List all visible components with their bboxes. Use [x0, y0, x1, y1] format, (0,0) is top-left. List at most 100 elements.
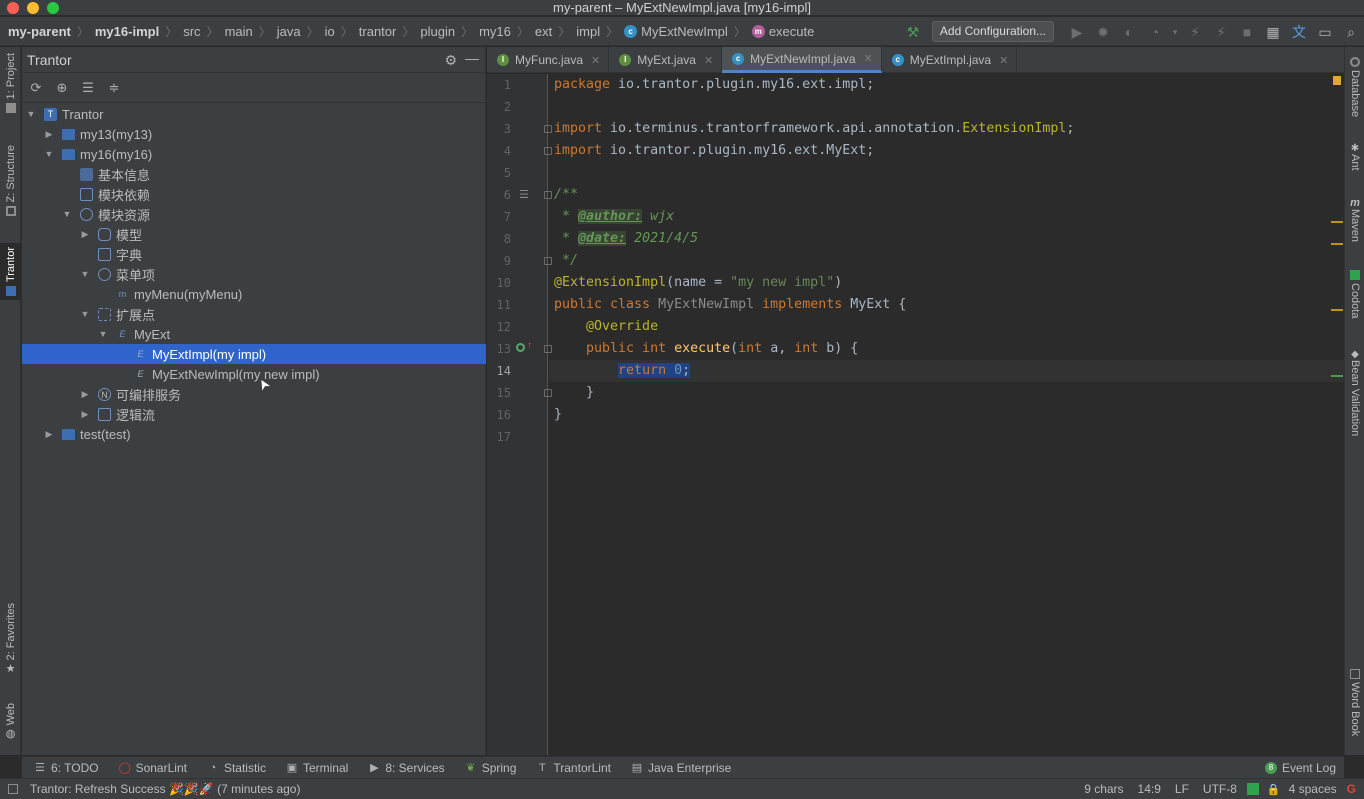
tree-node[interactable]: E MyExtNewImpl(my new impl)	[22, 364, 486, 384]
tree-node[interactable]: ▶ 逻辑流	[22, 404, 486, 424]
fold-marker-icon[interactable]	[544, 125, 552, 133]
database-tool-tab[interactable]: Database	[1345, 57, 1364, 117]
build-hammer-icon[interactable]: ⚒	[905, 24, 921, 40]
breadcrumb-java[interactable]: java	[277, 24, 301, 39]
warning-marker[interactable]	[1331, 221, 1343, 223]
expand-arrow-icon[interactable]: ▼	[98, 329, 108, 339]
translate-icon[interactable]: 文	[1291, 24, 1307, 40]
breadcrumb-module[interactable]: my16-impl	[95, 24, 159, 39]
attach-debugger-icon[interactable]: ⚡	[1187, 24, 1203, 40]
bean-validation-tool-tab[interactable]: ◆ Bean Validation	[1345, 349, 1364, 436]
ant-tool-tab[interactable]: ✱ Ant	[1345, 143, 1364, 171]
todo-tool-button[interactable]: ☰ 6: TODO	[34, 761, 99, 775]
doc-render-icon[interactable]: ☰	[519, 188, 529, 201]
collapse-arrow-icon[interactable]: ▶	[44, 429, 54, 440]
java-enterprise-tool-button[interactable]: ▤ Java Enterprise	[631, 761, 732, 775]
breadcrumb-class[interactable]: c MyExtNewImpl	[624, 24, 728, 39]
hide-panel-icon[interactable]: —	[465, 50, 479, 66]
caret-position[interactable]: 14:9	[1138, 782, 1161, 796]
search-icon[interactable]: ⌕	[1343, 24, 1359, 40]
maximize-window-button[interactable]	[47, 2, 59, 14]
minimize-window-button[interactable]	[27, 2, 39, 14]
tree-node[interactable]: 模块依赖	[22, 184, 486, 204]
project-structure-icon[interactable]: ▦	[1265, 24, 1281, 40]
coverage-icon[interactable]: ◐	[1121, 24, 1137, 40]
breadcrumb-main[interactable]: main	[225, 24, 253, 39]
collapse-arrow-icon[interactable]: ▶	[80, 229, 90, 240]
tree-node[interactable]: ▶ my13(my13)	[22, 124, 486, 144]
close-window-button[interactable]	[7, 2, 19, 14]
go-to-super-icon[interactable]: ↑	[527, 340, 532, 351]
change-marker[interactable]	[1331, 375, 1343, 377]
refresh-icon[interactable]: ⟳	[28, 80, 44, 96]
tab-myfunc[interactable]: I MyFunc.java ✕	[487, 47, 610, 73]
maven-tool-tab[interactable]: m Maven	[1345, 197, 1364, 242]
favorites-tool-tab[interactable]: 2: Favorites ★	[0, 603, 21, 675]
gear-icon[interactable]: ⚙	[444, 52, 457, 69]
codota-tool-tab[interactable]: Codota	[1345, 270, 1364, 318]
warning-marker[interactable]	[1331, 243, 1343, 245]
event-log-tool-button[interactable]: 8 Event Log	[1264, 761, 1336, 775]
collapse-all-icon[interactable]: ≑	[106, 80, 122, 96]
tab-myext[interactable]: I MyExt.java ✕	[609, 47, 723, 73]
locate-icon[interactable]: ⊕	[54, 80, 70, 96]
tree-node[interactable]: 基本信息	[22, 164, 486, 184]
tree-node[interactable]: ▼ my16(my16)	[22, 144, 486, 164]
expand-arrow-icon[interactable]: ▼	[44, 149, 54, 159]
spring-tool-button[interactable]: ❦ Spring	[465, 761, 516, 775]
file-encoding[interactable]: UTF-8	[1203, 782, 1237, 796]
close-icon[interactable]: ✕	[999, 54, 1008, 67]
tree-node[interactable]: ▼ 模块资源	[22, 204, 486, 224]
chevron-down-icon[interactable]: ▾	[1171, 24, 1179, 40]
breadcrumb-trantor[interactable]: trantor	[359, 24, 397, 39]
run-icon[interactable]: ▶	[1069, 24, 1085, 40]
tree-node[interactable]: ▼ 菜单项	[22, 264, 486, 284]
tree-node[interactable]: 字典	[22, 244, 486, 264]
trantorlint-tool-button[interactable]: T TrantorLint	[536, 761, 611, 775]
word-book-tool-tab[interactable]: Word Book	[1345, 669, 1364, 736]
status-message[interactable]: Trantor: Refresh Success 🎉🎉🚀 (7 minutes …	[30, 782, 300, 796]
codota-status-icon[interactable]	[1246, 783, 1259, 795]
sonarlint-tool-button[interactable]: ◯ SonarLint	[119, 761, 187, 775]
tree-node[interactable]: ▶ test(test)	[22, 424, 486, 444]
collapse-arrow-icon[interactable]: ▶	[80, 409, 90, 420]
implements-gutter-icon[interactable]	[516, 343, 525, 352]
close-icon[interactable]: ✕	[704, 54, 713, 67]
tree-node[interactable]: ▼ T Trantor	[22, 104, 486, 124]
expand-arrow-icon[interactable]: ▼	[80, 309, 90, 319]
tree-node[interactable]: ▶ 模型	[22, 224, 486, 244]
indent-setting[interactable]: 4 spaces	[1289, 782, 1337, 796]
tree-node[interactable]: ▼ 扩展点	[22, 304, 486, 324]
web-tool-tab[interactable]: Web ◍	[0, 703, 21, 740]
breadcrumb-ext[interactable]: ext	[535, 24, 552, 39]
add-configuration-button[interactable]: Add Configuration...	[931, 21, 1054, 42]
fold-marker-icon[interactable]	[544, 389, 552, 397]
toggle-tool-windows-icon[interactable]	[8, 784, 18, 794]
tree-node[interactable]: E MyExtImpl(my impl)	[22, 344, 486, 364]
line-separator[interactable]: LF	[1175, 782, 1189, 796]
inspection-status-icon[interactable]	[1333, 76, 1341, 85]
fold-marker-icon[interactable]	[544, 257, 552, 265]
tab-myextnewimpl[interactable]: c MyExtNewImpl.java ✕	[722, 47, 882, 73]
fold-marker-icon[interactable]	[544, 345, 552, 353]
warning-marker[interactable]	[1331, 309, 1343, 311]
google-icon[interactable]: G	[1347, 782, 1356, 796]
presentation-mode-icon[interactable]: ▭	[1317, 24, 1333, 40]
tree-node[interactable]: ▶ N 可编排服务	[22, 384, 486, 404]
services-tool-button[interactable]: ▶ 8: Services	[368, 761, 445, 775]
tab-myextimpl[interactable]: c MyExtImpl.java ✕	[882, 47, 1018, 73]
project-tool-tab[interactable]: 1: Project	[0, 53, 21, 114]
breadcrumb-plugin[interactable]: plugin	[420, 24, 455, 39]
fold-marker-icon[interactable]	[544, 147, 552, 155]
collapse-arrow-icon[interactable]: ▶	[44, 129, 54, 140]
tree-node[interactable]: m myMenu(myMenu)	[22, 284, 486, 304]
debug-icon[interactable]: ✹	[1095, 24, 1111, 40]
stop-icon[interactable]: ■	[1239, 24, 1255, 40]
trantor-tool-tab[interactable]: Trantor	[0, 243, 21, 301]
expand-all-icon[interactable]: ☰	[80, 80, 96, 96]
breadcrumb-impl[interactable]: impl	[576, 24, 600, 39]
code-editor[interactable]: 1 2 3 4 5 6 7 8 9 10 11 12 13 14 15 16 17 ☰ ↑ package io…	[487, 74, 1344, 755]
hotswap-icon[interactable]: ⚡	[1213, 24, 1229, 40]
tree-node[interactable]: ▼ E MyExt	[22, 324, 486, 344]
breadcrumb-src[interactable]: src	[183, 24, 200, 39]
